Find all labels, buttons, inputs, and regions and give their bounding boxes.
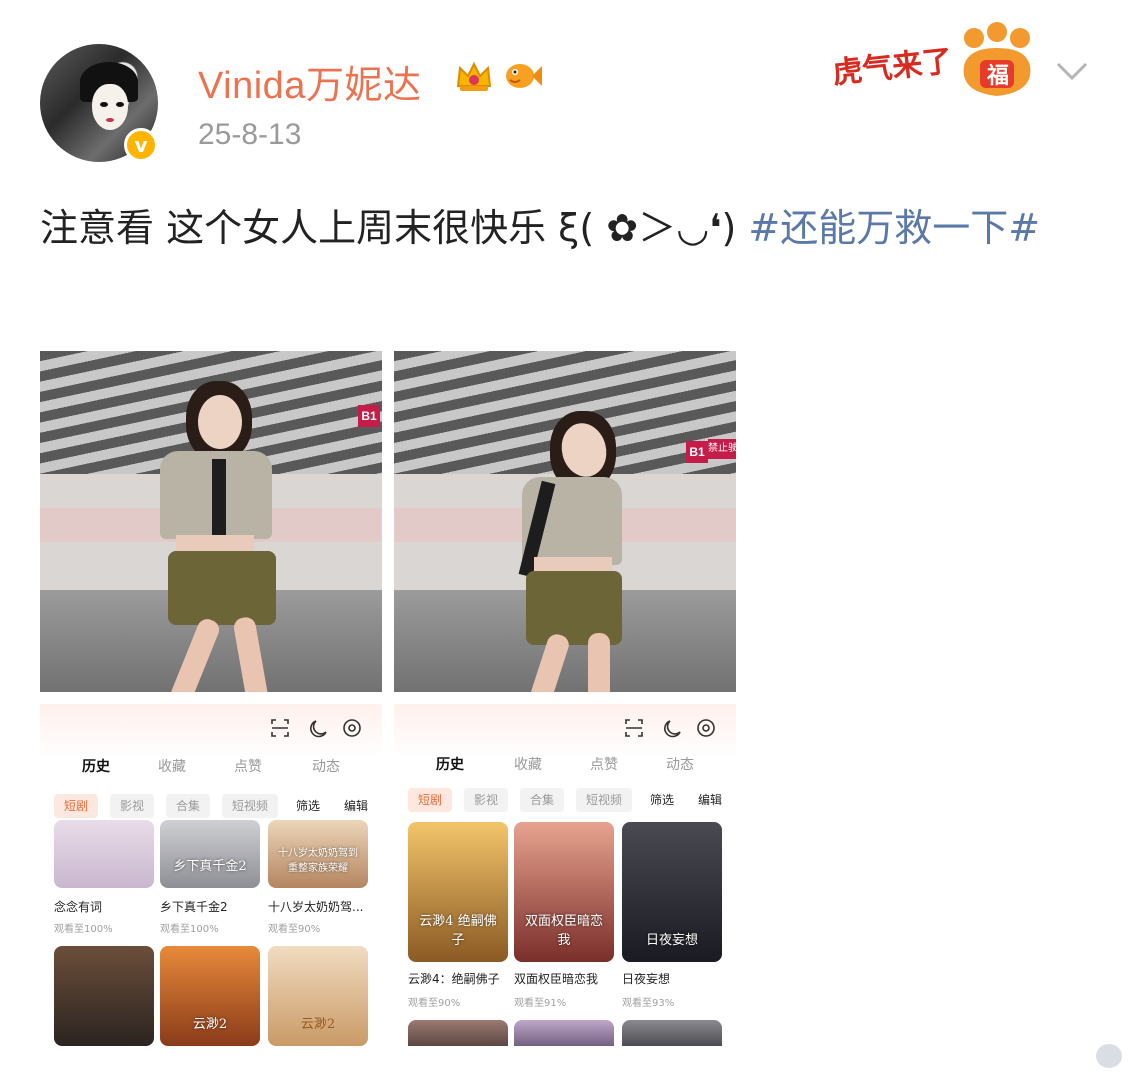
drama-title: 双面权臣暗恋我 xyxy=(514,972,599,986)
screenshot-filter-chips: 短剧 影视 合集 短视频 筛选 编辑 xyxy=(408,788,726,814)
sticker-text: 虎气来了 xyxy=(830,43,954,92)
screenshot-top-icons xyxy=(625,719,715,738)
drama-poster: 乡下真千金2 xyxy=(160,820,260,888)
screenshot-filter-chips: 短剧 影视 合集 短视频 筛选 编辑 xyxy=(54,794,372,820)
app-screenshot-2[interactable]: 历史 收藏 点赞 动态 短剧 影视 合集 短视频 筛选 编辑 云渺4 绝嗣佛子 … xyxy=(394,704,736,1046)
watch-progress: 观看至91% xyxy=(514,998,567,1009)
chip-short-drama: 短剧 xyxy=(54,794,99,818)
poster-title: 乡下真千金2 xyxy=(173,859,247,874)
settings-icon xyxy=(697,719,715,737)
drama-poster xyxy=(54,820,154,888)
drama-title: 念念有词 xyxy=(54,900,103,914)
tab-likes: 点赞 xyxy=(234,759,262,775)
drama-poster xyxy=(408,1020,508,1046)
screenshot-tabs: 历史 收藏 点赞 动态 xyxy=(434,754,706,780)
drama-poster: 云渺2 xyxy=(268,946,368,1046)
username[interactable]: Vinida万妮达 xyxy=(198,54,421,109)
tab-history: 历史 xyxy=(82,759,110,775)
tab-favorites: 收藏 xyxy=(158,759,186,775)
tab-activity: 动态 xyxy=(666,757,694,773)
tab-history: 历史 xyxy=(436,757,464,773)
watch-progress: 观看至90% xyxy=(408,998,461,1009)
drama-title: 云渺4：绝嗣佛子 xyxy=(408,972,500,986)
crown-icon xyxy=(456,61,492,91)
post-text-main: 注意看 这个女人上周末很快乐 ξ( ✿＞◡❛) xyxy=(40,206,749,250)
scan-icon xyxy=(271,719,289,737)
decorative-sticker: 虎气来了 福 xyxy=(830,14,1042,104)
moon-icon xyxy=(310,720,327,738)
drama-poster: 双面权臣暗恋我 xyxy=(514,822,614,962)
scan-icon xyxy=(625,719,643,737)
drama-poster xyxy=(54,946,154,1046)
b1-sign: B1 xyxy=(358,405,380,427)
chip-film-tv: 影视 xyxy=(110,794,155,818)
chip-collection: 合集 xyxy=(166,794,211,818)
filter-action: 筛选 xyxy=(296,799,321,813)
chevron-down-icon[interactable] xyxy=(1056,58,1088,84)
edit-action: 编辑 xyxy=(698,793,723,807)
post-image-1[interactable]: B1 xyxy=(40,351,382,692)
settings-icon xyxy=(343,719,361,737)
chip-collection: 合集 xyxy=(520,788,565,812)
drama-poster: 云渺4 绝嗣佛子 xyxy=(408,822,508,962)
app-screenshot-1[interactable]: 历史 收藏 点赞 动态 短剧 影视 合集 短视频 筛选 编辑 乡下真千金2 十八… xyxy=(40,704,382,1046)
filter-action: 筛选 xyxy=(650,793,675,807)
watch-progress: 观看至100% xyxy=(160,924,219,935)
drama-poster: 日夜妄想 xyxy=(622,822,722,962)
drama-poster xyxy=(514,1020,614,1046)
no-entry-sign: 禁止驶入 xyxy=(708,439,736,459)
drama-title: 十八岁太奶奶驾... xyxy=(268,900,364,914)
tab-activity: 动态 xyxy=(312,759,340,775)
drama-poster xyxy=(622,1020,722,1046)
edit-action: 编辑 xyxy=(344,799,369,813)
tab-favorites: 收藏 xyxy=(514,757,542,773)
drama-title: 乡下真千金2 xyxy=(160,900,228,914)
watch-progress: 观看至100% xyxy=(54,924,113,935)
screenshot-tabs: 历史 收藏 点赞 动态 xyxy=(80,756,352,782)
drama-poster: 云渺2 xyxy=(160,946,260,1046)
post-date: 25-8-13 xyxy=(198,118,302,151)
b1-sign: B1 xyxy=(686,441,708,463)
poster-title: 云渺4 绝嗣佛子 xyxy=(419,914,497,948)
poster-title: 十八岁太奶奶驾到 重整家族荣耀 xyxy=(278,848,358,874)
verified-badge: v xyxy=(124,128,158,162)
chip-film-tv: 影视 xyxy=(464,788,509,812)
fish-emoji-icon xyxy=(506,64,542,88)
watch-progress: 观看至90% xyxy=(268,924,321,935)
watermark-icon xyxy=(1096,1044,1122,1068)
poster-title: 双面权臣暗恋我 xyxy=(524,914,603,948)
chip-short-video: 短视频 xyxy=(222,794,278,818)
drama-title: 日夜妄想 xyxy=(622,972,671,986)
drama-poster: 十八岁太奶奶驾到 重整家族荣耀 xyxy=(268,820,368,888)
chip-short-video: 短视频 xyxy=(576,788,632,812)
post-text: 注意看 这个女人上周末很快乐 ξ( ✿＞◡❛) #还能万救一下# xyxy=(40,196,1090,260)
poster-title: 云渺2 xyxy=(192,1017,228,1032)
chip-short-drama: 短剧 xyxy=(408,788,453,812)
moon-icon xyxy=(664,720,681,738)
sticker-badge: 福 xyxy=(986,64,1009,89)
tab-likes: 点赞 xyxy=(590,757,618,773)
post-image-2[interactable]: B1 禁止驶入 xyxy=(394,351,736,692)
poster-title: 云渺2 xyxy=(300,1017,336,1032)
hashtag-link[interactable]: #还能万救一下# xyxy=(748,206,1040,250)
screenshot-top-icons xyxy=(271,719,361,738)
watch-progress: 观看至93% xyxy=(622,998,675,1009)
poster-title: 日夜妄想 xyxy=(645,933,698,948)
